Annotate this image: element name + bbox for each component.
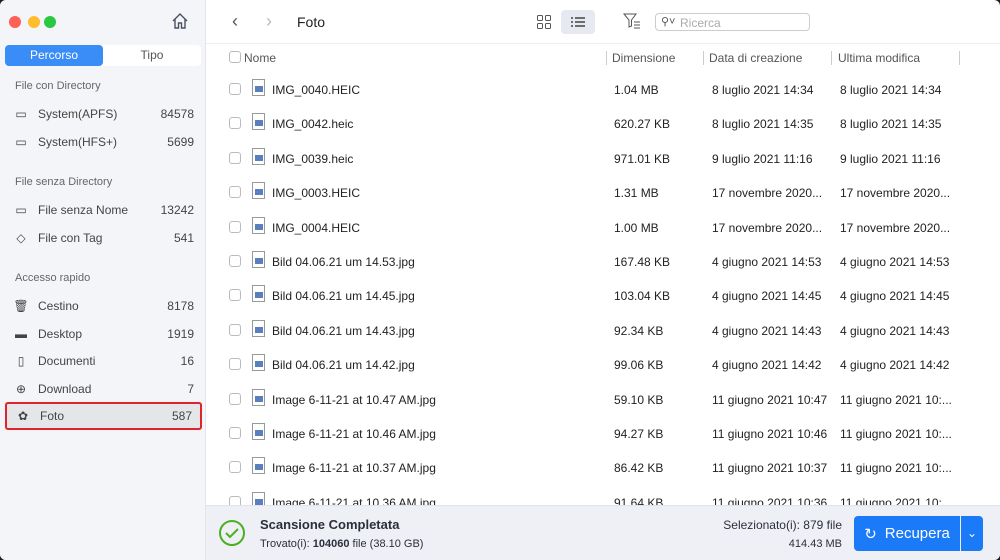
list-view-button[interactable] (561, 10, 595, 34)
recover-button[interactable]: ↻ Recupera (854, 516, 960, 551)
table-row[interactable]: Bild 04.06.21 um 14.53.jpg 167.48 KB 4 giu… (206, 244, 1000, 278)
row-checkbox[interactable] (229, 392, 241, 405)
sidebar-item-cestino[interactable]: 🗑 Cestino 8178 (5, 292, 202, 320)
app-window: Percorso Tipo File con Directory ▭ System(… (0, 0, 1000, 560)
home-icon[interactable] (170, 11, 190, 31)
sidebar-section-title: File senza Directory (15, 176, 113, 188)
filter-icon[interactable] (623, 13, 641, 29)
table-row[interactable]: Image 6-11-21 at 10.47 AM.jpg 59.10 KB 11 … (206, 382, 1000, 416)
row-checkbox[interactable] (229, 117, 241, 130)
status-bar: Scansione Completata Trovato(i): 104060 … (206, 505, 1000, 560)
list-view-icon (571, 17, 585, 27)
drive-icon: ▭ (15, 134, 27, 149)
forward-button[interactable]: › (266, 11, 272, 32)
sidebar-item-file-senza-nome[interactable]: ▭ File senza Nome 13242 (5, 196, 202, 224)
recover-options-button[interactable]: ⌄ (961, 516, 983, 551)
column-size[interactable]: Dimensione (612, 51, 675, 65)
row-checkbox[interactable] (229, 255, 241, 267)
recover-label: Recupera (884, 525, 950, 542)
sidebar-section-title: File con Directory (15, 80, 101, 92)
table-row[interactable]: IMG_0039.heic 971.01 KB 9 luglio 2021 11:1… (206, 141, 1000, 175)
chevron-down-icon: ⌄ (966, 526, 978, 540)
download-icon: ⊕ (15, 381, 27, 396)
tab-tipo[interactable]: Tipo (103, 45, 201, 66)
minimize-window-button[interactable] (28, 16, 40, 28)
row-checkbox[interactable] (229, 427, 241, 439)
image-file-icon (252, 285, 265, 303)
table-row[interactable]: Image 6-11-21 at 10.37 AM.jpg 86.42 KB 11 … (206, 450, 1000, 484)
folder-icon: ▭ (15, 203, 27, 217)
scan-status: Scansione Completata (260, 517, 400, 532)
sidebar-item-foto[interactable]: ✿ Foto 587 (5, 402, 202, 430)
row-checkbox[interactable] (229, 220, 241, 233)
table-row[interactable]: Image 6-11-21 at 10.46 AM.jpg 94.27 KB 11 … (206, 416, 1000, 450)
photo-icon: ✿ (17, 409, 29, 423)
row-checkbox[interactable] (229, 289, 241, 302)
refresh-icon: ↻ (864, 525, 877, 543)
image-file-icon (252, 457, 265, 475)
row-checkbox[interactable] (229, 83, 241, 95)
image-file-icon (252, 388, 265, 406)
trash-icon: 🗑 (13, 299, 29, 313)
sidebar-item-documenti[interactable]: ▯ Documenti 16 (5, 347, 202, 375)
selected-size: 414.43 MB (788, 538, 842, 550)
found-summary: Trovato(i): 104060 file (38.10 GB) (260, 538, 424, 550)
close-window-button[interactable] (9, 16, 21, 28)
search-input[interactable]: ⚲˅ Ricerca (655, 13, 810, 31)
image-file-icon (252, 216, 265, 234)
image-file-icon (252, 79, 265, 96)
zoom-window-button[interactable] (44, 16, 56, 28)
table-row[interactable]: IMG_0040.HEIC 1.04 MB 8 luglio 2021 14:34 8… (206, 72, 1000, 106)
selected-count: Selezionato(i): 879 file (723, 518, 842, 532)
sidebar-item-system-hfs-[interactable]: ▭ System(HFS+) 5699 (5, 128, 202, 156)
search-icon: ⚲˅ (661, 16, 676, 28)
document-icon: ▯ (17, 354, 25, 368)
row-checkbox[interactable] (229, 323, 241, 336)
column-modified[interactable]: Ultima modifica (838, 51, 920, 65)
search-placeholder: Ricerca (680, 16, 721, 30)
image-file-icon (252, 423, 265, 440)
view-mode-segmented: Percorso Tipo (5, 45, 201, 66)
image-file-icon (252, 319, 265, 337)
table-row[interactable]: Bild 04.06.21 um 14.43.jpg 92.34 KB 4 giug… (206, 313, 1000, 347)
sidebar: Percorso Tipo File con Directory ▭ System(… (0, 0, 206, 560)
desktop-icon: ▬ (15, 326, 27, 341)
sidebar-item-download[interactable]: ⊕ Download 7 (5, 375, 202, 403)
image-file-icon (252, 354, 265, 372)
row-checkbox[interactable] (229, 186, 241, 199)
row-checkbox[interactable] (229, 151, 241, 164)
sidebar-section-title: Accesso rapido (15, 272, 91, 284)
sidebar-item-system-apfs-[interactable]: ▭ System(APFS) 84578 (5, 100, 202, 128)
image-file-icon (252, 147, 265, 165)
table-row[interactable]: IMG_0004.HEIC 1.00 MB 17 novembre 2020... 1… (206, 210, 1000, 244)
table-header: Nome Dimensione Data di creazione Ultima… (206, 45, 1000, 70)
drive-icon: ▭ (15, 107, 27, 121)
grid-view-icon[interactable] (537, 15, 551, 29)
toolbar: ‹ › ⚲˅ Ricerca (206, 0, 1000, 44)
sidebar-item-file-con-tag[interactable]: ◇ File con Tag 541 (5, 224, 202, 252)
row-checkbox[interactable] (229, 461, 241, 474)
page-title: Foto (297, 14, 326, 30)
column-name[interactable]: Nome (244, 51, 276, 65)
table-row[interactable]: Bild 04.06.21 um 14.45.jpg 103.04 KB 4 giu… (206, 278, 1000, 312)
back-button[interactable]: ‹ (232, 11, 238, 32)
select-all-checkbox[interactable] (229, 51, 241, 63)
image-file-icon (252, 251, 265, 268)
table-row[interactable]: Bild 04.06.21 um 14.42.jpg 99.06 KB 4 giug… (206, 347, 1000, 381)
image-file-icon (252, 113, 265, 131)
column-created[interactable]: Data di creazione (709, 51, 802, 65)
check-circle-icon (219, 520, 245, 546)
sidebar-item-desktop[interactable]: ▬ Desktop 1919 (5, 320, 202, 348)
image-file-icon (252, 182, 265, 200)
row-checkbox[interactable] (229, 358, 241, 371)
table-row[interactable]: IMG_0042.heic 620.27 KB 8 luglio 2021 14:3… (206, 106, 1000, 140)
tag-icon: ◇ (16, 230, 26, 245)
tab-percorso[interactable]: Percorso (5, 45, 103, 66)
table-row[interactable]: IMG_0003.HEIC 1.31 MB 17 novembre 2020... 1… (206, 175, 1000, 209)
